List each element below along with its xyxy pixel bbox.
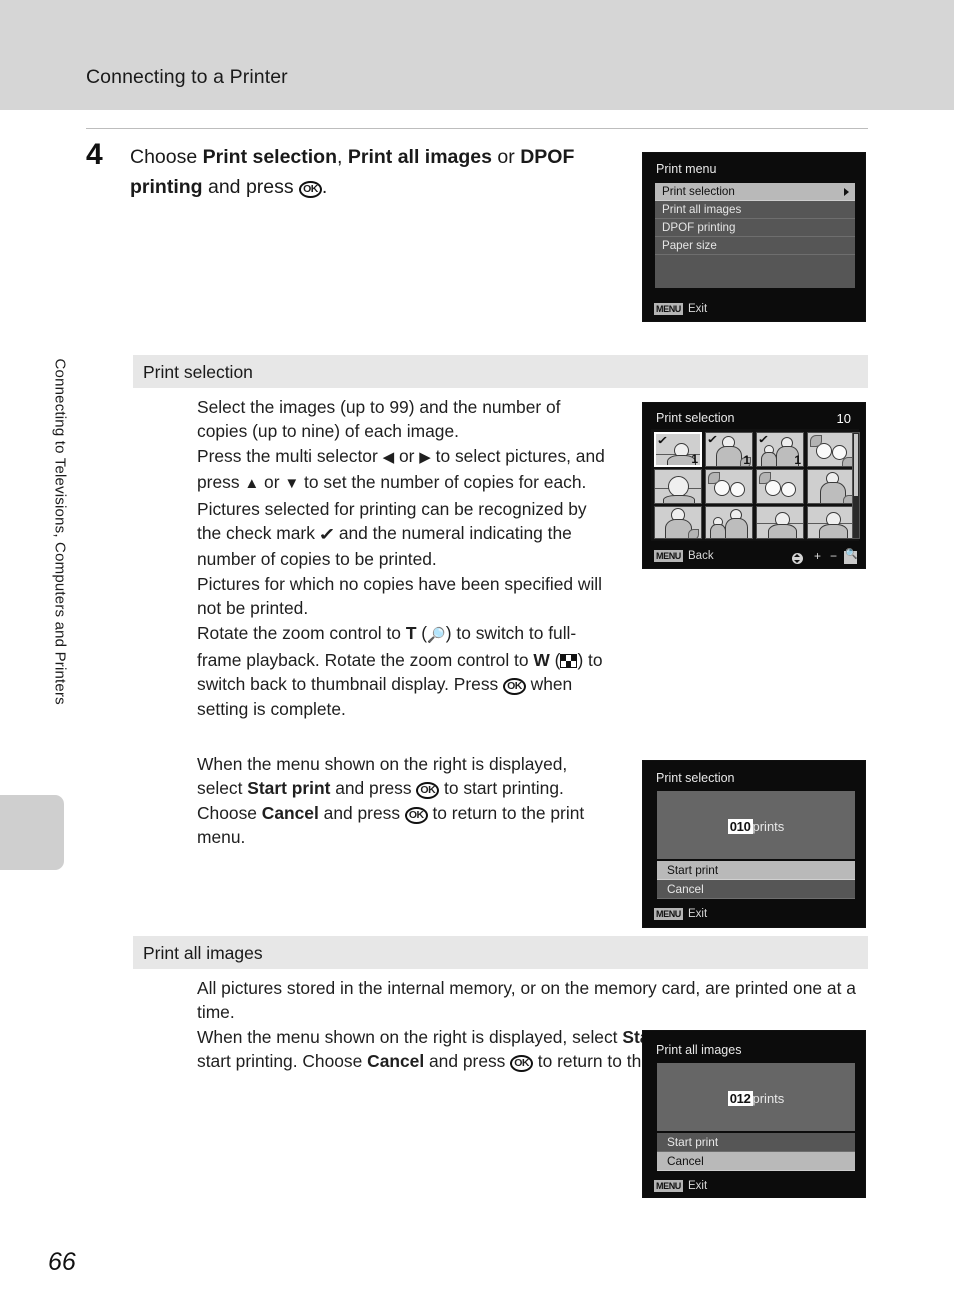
thumbnail-item[interactable]: [705, 506, 753, 539]
screen-title-print-selection-confirm: Print selection: [656, 771, 735, 785]
section-title: Print all images: [143, 943, 263, 963]
chapter-tab-marker: [0, 795, 64, 870]
print-selection-confirm-text: When the menu shown on the right is disp…: [197, 754, 585, 848]
thumbnail-grid[interactable]: ✓ 1 ✓ 1 ✓ 1: [651, 429, 860, 541]
thumbnail-item[interactable]: [807, 506, 855, 539]
option-start-print[interactable]: Start print: [657, 1133, 855, 1152]
prints-count-unit: prints: [752, 1091, 785, 1106]
menu-item-paper-size[interactable]: Paper size: [655, 237, 855, 255]
menu-empty-area: [655, 255, 855, 288]
magnifier-icon: [844, 549, 857, 564]
top-divider: [86, 128, 868, 129]
print-selection-bottom-bar: MENU Back + −: [643, 546, 865, 568]
thumbnail-item[interactable]: [807, 432, 855, 467]
menu-button-badge[interactable]: MENU: [654, 1180, 683, 1192]
checkmark-icon: ✓: [757, 434, 770, 446]
thumbnail-item[interactable]: ✓ 1: [705, 432, 753, 467]
screen-title-print-all-confirm: Print all images: [656, 1043, 742, 1057]
camera-screen-print-selection-confirm: Print selection 010 prints Start print Ca…: [642, 760, 866, 928]
checkmark-icon: ✓: [706, 434, 719, 446]
plus-icon: +: [813, 549, 821, 563]
section-header-print-all-images: Print all images: [133, 936, 868, 969]
page-number: 66: [48, 1248, 76, 1276]
thumbnail-item[interactable]: [654, 506, 702, 539]
chevron-right-icon: [844, 188, 849, 196]
grid-scrollbar-thumb[interactable]: [854, 434, 858, 496]
exit-label: Exit: [688, 1180, 708, 1192]
thumbnail-item[interactable]: [756, 469, 804, 504]
thumbnail-item[interactable]: [654, 469, 702, 504]
chapter-sidebar-label: Connecting to Televisions, Computers and…: [51, 358, 69, 705]
exit-label: Exit: [688, 303, 708, 315]
copies-count: 1: [794, 453, 801, 467]
section-title: Print selection: [143, 362, 253, 382]
option-cancel[interactable]: Cancel: [657, 1152, 855, 1171]
option-label: Cancel: [667, 882, 704, 896]
prints-count-line: 012 prints: [657, 1091, 855, 1106]
menu-item-dpof-printing[interactable]: DPOF printing: [655, 219, 855, 237]
section-header-print-selection: Print selection: [133, 355, 868, 388]
prints-count-value: 012: [727, 1091, 753, 1106]
option-start-print[interactable]: Start print: [657, 861, 855, 880]
thumbnail-item[interactable]: ✓ 1: [756, 432, 804, 467]
step-instruction: Choose Print selection, Print all images…: [130, 146, 575, 198]
menu-item-label: Paper size: [662, 239, 717, 252]
menu-item-label: Print all images: [662, 203, 742, 216]
menu-item-label: DPOF printing: [662, 221, 736, 234]
page-header-band: Connecting to a Printer: [0, 0, 954, 110]
screen-title-print-menu: Print menu: [656, 162, 717, 176]
exit-label: Exit: [688, 908, 708, 920]
print-selection-body-text: Select the images (up to 99) and the num…: [197, 397, 605, 719]
option-label: Start print: [667, 863, 719, 877]
thumbnail-item[interactable]: [807, 469, 855, 504]
print-menu-list: Print selection Print all images DPOF pr…: [655, 183, 855, 288]
copies-count: 1: [691, 452, 698, 466]
camera-screen-print-all-confirm: Print all images 012 prints Start print C…: [642, 1030, 866, 1198]
menu-button-badge[interactable]: MENU: [654, 303, 683, 315]
screen-title-print-selection: Print selection: [656, 411, 735, 425]
option-label: Cancel: [667, 1154, 704, 1168]
thumbnail-item[interactable]: [705, 469, 753, 504]
page-title: Connecting to a Printer: [86, 66, 288, 88]
option-cancel[interactable]: Cancel: [657, 880, 855, 899]
confirm-bottom-bar: MENU Exit: [643, 904, 865, 926]
prints-count-unit: prints: [752, 819, 785, 834]
print-menu-bottom-bar: MENU Exit: [643, 299, 865, 321]
step-number: 4: [86, 138, 103, 171]
checkmark-icon: ✓: [656, 435, 669, 447]
camera-screen-print-menu: Print menu Print selection Print all ima…: [642, 152, 866, 322]
prints-preview-panel: 010 prints: [657, 791, 855, 859]
menu-button-badge[interactable]: MENU: [654, 550, 683, 562]
confirm-bottom-bar: MENU Exit: [643, 1176, 865, 1198]
menu-item-print-all-images[interactable]: Print all images: [655, 201, 855, 219]
thumbnail-item[interactable]: ✓ 1: [654, 432, 702, 467]
copies-count: 1: [743, 453, 750, 467]
camera-screen-print-selection-grid: Print selection 10 ✓ 1 ✓ 1 ✓ 1 MENU Back…: [642, 402, 866, 569]
prints-count-value: 010: [727, 819, 753, 834]
back-label: Back: [688, 550, 714, 562]
menu-item-print-selection[interactable]: Print selection: [655, 183, 855, 201]
option-label: Start print: [667, 1135, 719, 1149]
minus-icon: −: [829, 549, 837, 563]
menu-item-label: Print selection: [662, 185, 735, 198]
updown-icon: [792, 551, 803, 565]
selection-count: 10: [836, 411, 851, 426]
prints-preview-panel: 012 prints: [657, 1063, 855, 1131]
grid-scrollbar[interactable]: [852, 432, 860, 539]
thumbnail-item[interactable]: [756, 506, 804, 539]
prints-count-line: 010 prints: [657, 819, 855, 834]
menu-button-badge[interactable]: MENU: [654, 908, 683, 920]
